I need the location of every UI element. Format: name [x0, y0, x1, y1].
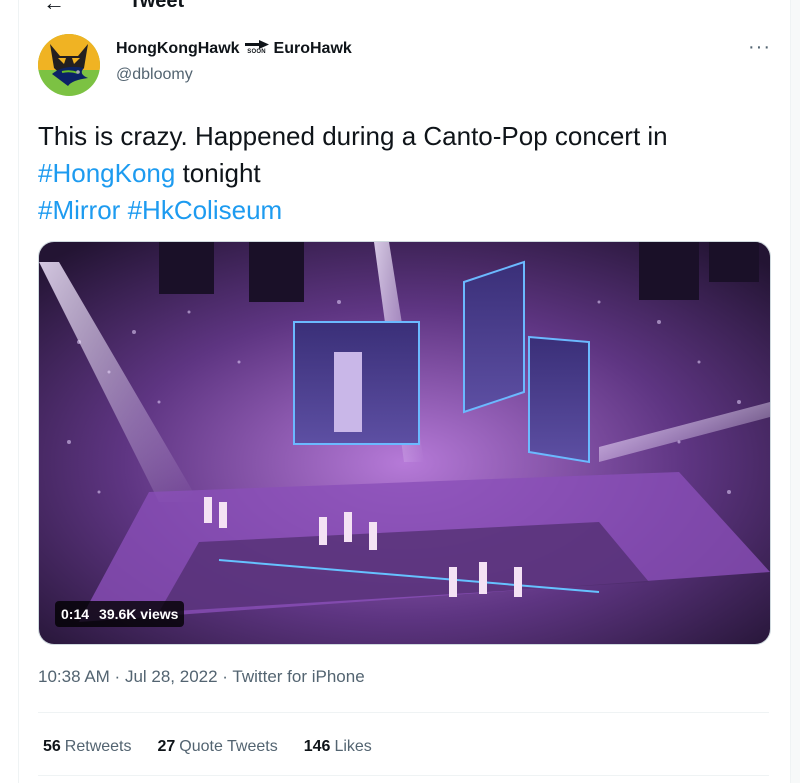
page-title: Tweet	[129, 0, 185, 12]
back-arrow-icon[interactable]: ←	[43, 0, 65, 12]
soon-label: SOON	[247, 49, 266, 55]
left-frame	[0, 0, 19, 783]
tweet-source[interactable]: Twitter for iPhone	[232, 667, 364, 686]
soon-arrow: SOON	[244, 40, 270, 56]
quotes-count: 27	[157, 738, 176, 755]
wolf-seahawk-avatar-icon	[38, 34, 100, 96]
quote-tweets-stat[interactable]: 27 Quote Tweets	[158, 738, 278, 756]
likes-count: 146	[303, 738, 331, 755]
hashtag-hkcoliseum[interactable]: #HkColiseum	[128, 195, 283, 225]
display-name[interactable]: HongKongHawk SOON EuroHawk	[116, 40, 352, 58]
video-views: 39.6K views	[99, 606, 179, 622]
video-overlay: 0:14 39.6K views	[55, 601, 185, 627]
concert-video-frame	[39, 242, 770, 644]
page-header: ← Tweet	[19, 0, 789, 12]
avatar[interactable]	[38, 34, 100, 96]
tweet-metadata: 10:38 AM · Jul 28, 2022 · Twitter for iP…	[38, 667, 365, 687]
retweets-count: 56	[43, 738, 61, 755]
likes-stat[interactable]: 146 Likes	[304, 738, 372, 756]
right-arrow-icon	[244, 40, 269, 49]
tweet-stats: 56 Retweets 27 Quote Tweets 146 Likes	[43, 738, 372, 756]
meta-separator: ·	[109, 667, 125, 686]
video-player[interactable]: 0:14 39.6K views	[38, 241, 771, 645]
tweet-time[interactable]: 10:38 AM	[38, 667, 110, 686]
meta-separator: ·	[217, 667, 233, 686]
retweets-label: Retweets	[64, 738, 132, 755]
divider	[38, 775, 769, 776]
hashtag-hongkong[interactable]: #HongKong	[38, 158, 175, 188]
quotes-label: Quote Tweets	[179, 738, 278, 755]
tweet-date[interactable]: Jul 28, 2022	[125, 667, 218, 686]
divider	[38, 712, 769, 713]
display-name-part2: EuroHawk	[273, 40, 352, 57]
tweet-text: This is crazy. Happened during a Canto-P…	[38, 118, 778, 229]
likes-label: Likes	[334, 738, 372, 755]
tweet-text-part2: tonight	[175, 158, 261, 188]
display-name-part1: HongKongHawk	[116, 40, 240, 57]
user-handle[interactable]: @dbloomy	[116, 66, 193, 84]
video-duration: 0:14	[61, 606, 90, 622]
right-scrollbar[interactable]	[790, 0, 800, 783]
hashtag-mirror[interactable]: #Mirror	[38, 195, 120, 225]
more-options-icon[interactable]: ···	[748, 36, 771, 59]
retweets-stat[interactable]: 56 Retweets	[43, 738, 132, 756]
tweet-text-part1: This is crazy. Happened during a Canto-P…	[38, 121, 668, 151]
